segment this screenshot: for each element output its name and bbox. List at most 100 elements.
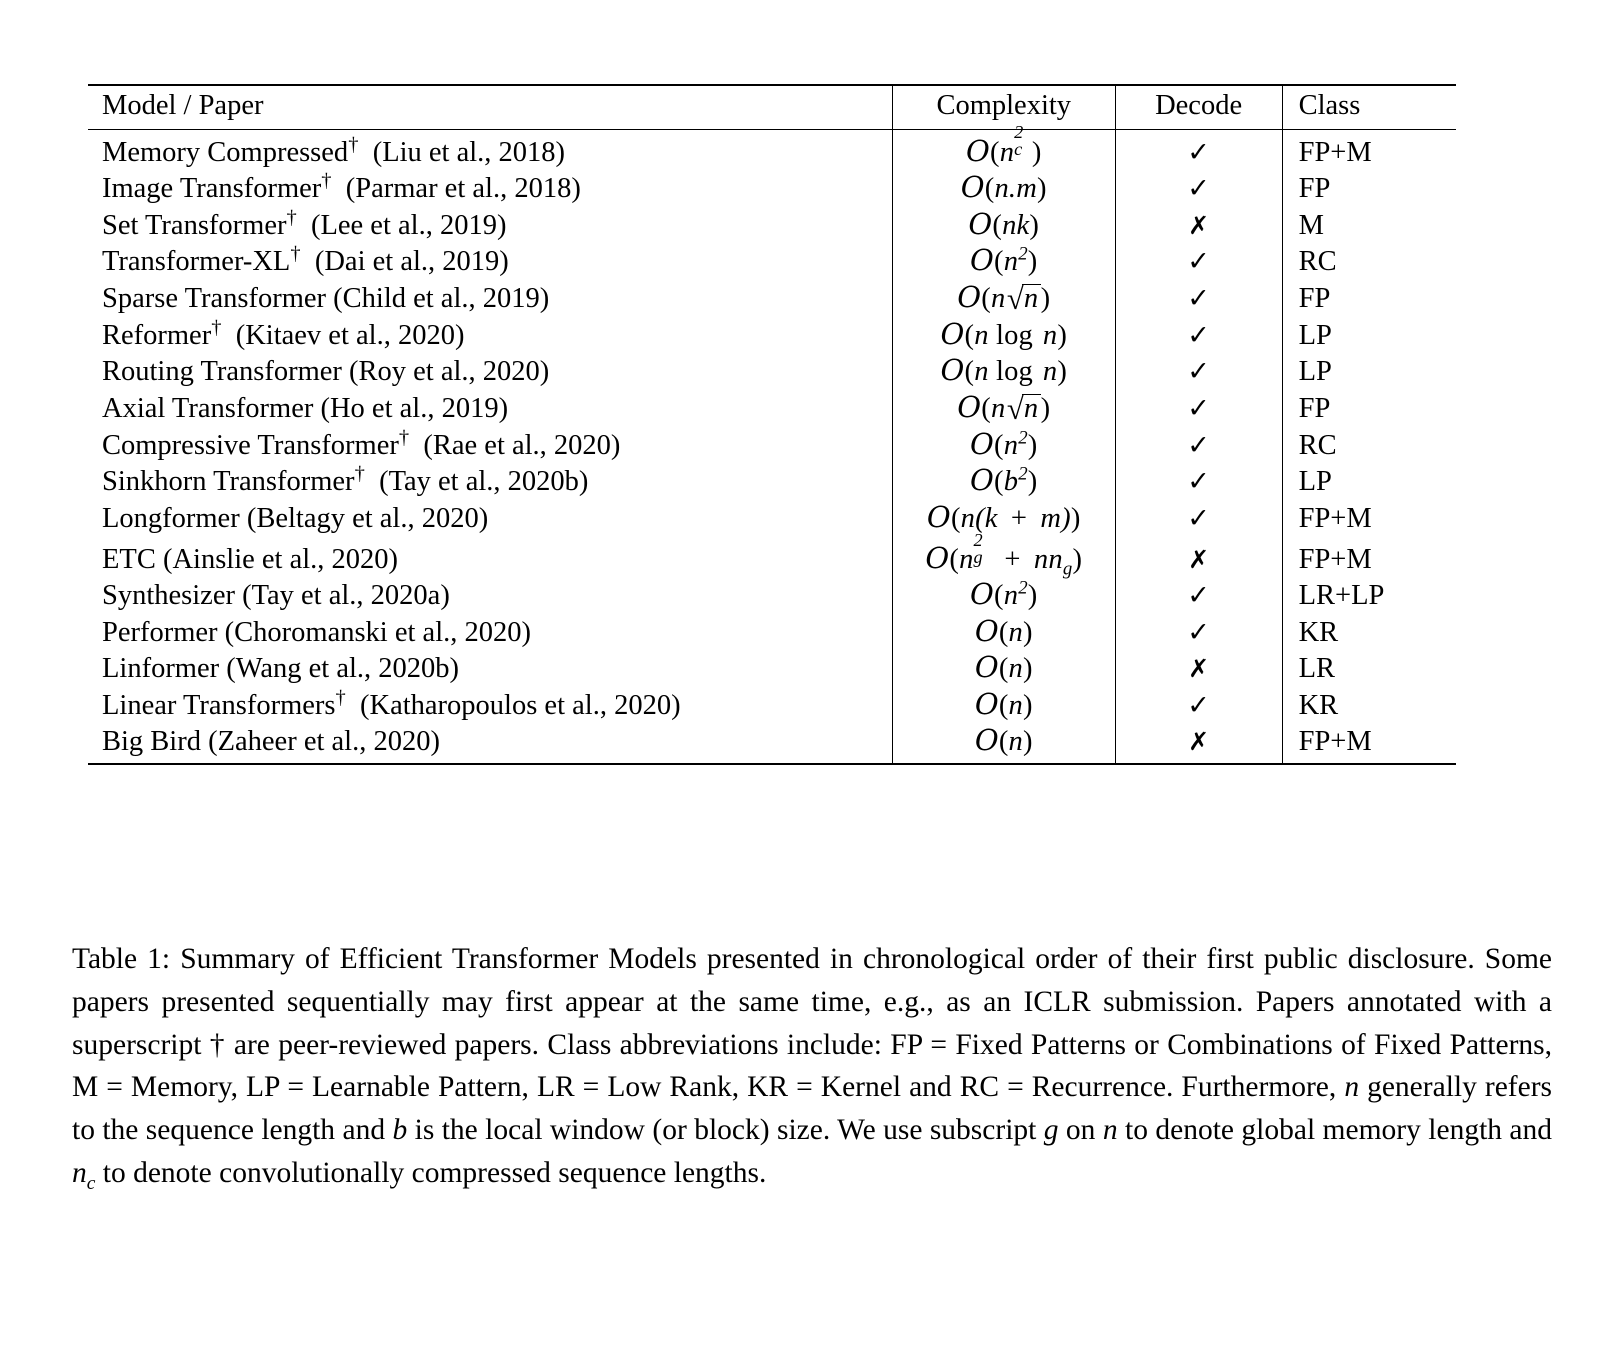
cell-class: LP [1281,317,1456,354]
cell-complexity: O(n √ n) [891,390,1116,428]
table-row: Compressive Transformer† (Rae et al., 20… [88,427,1456,464]
cell-class: FP [1281,170,1456,207]
citation: (Kitaev et al., 2020) [221,319,465,351]
cell-model-paper: Synthesizer (Tay et al., 2020a) [88,578,892,615]
complexity-expression: O(b2) [970,463,1038,498]
caption-text-part-6: to denote convolutionally compressed seq… [95,1156,767,1189]
citation: (Wang et al., 2020b) [219,653,460,685]
cell-decode: ✓ [1114,353,1283,391]
efficient-transformers-table: Model / Paper Complexity Decode Class Me… [88,84,1456,765]
cell-complexity: O(n.m) [891,170,1116,207]
caption-math-g: g [1043,1114,1059,1147]
cell-complexity: O(n log n) [891,316,1116,354]
model-name: Axial Transformer [102,393,314,425]
cell-class: FP+M [1281,500,1456,537]
model-name: Compressive Transformer [102,429,399,461]
cross-icon: ✗ [1188,544,1210,574]
citation: (Ainslie et al., 2020) [155,543,399,575]
column-header-class: Class [1281,84,1456,130]
table-caption: Table 1: Summary of Efficient Transforme… [72,938,1552,1195]
model-name: Reformer [102,319,212,351]
table-row: Transformer-XL† (Dai et al., 2019) O(n2) ✓… [88,242,1456,280]
table-row: ETC (Ainslie et al., 2020) O(n 2 g + nng) ✗ F… [88,529,1456,580]
cell-class: M [1281,207,1456,244]
cell-complexity: O(n √ n) [891,280,1116,318]
model-name: Linformer [102,653,220,685]
table-row: Reformer† (Kitaev et al., 2020) O(n log n… [88,317,1456,354]
cell-model-paper: Set Transformer† (Lee et al., 2019) [88,207,892,244]
complexity-expression: O(n 2 c) [965,122,1042,168]
checkmark-icon: ✓ [1187,246,1210,277]
cell-model-paper: Axial Transformer (Ho et al., 2019) [88,390,892,427]
complexity-expression: O(n) [974,686,1033,721]
cell-class: LP [1281,463,1456,501]
checkmark-icon: ✓ [1187,689,1210,721]
model-name: Performer [102,616,218,648]
cell-model-paper: Image Transformer† (Parmar et al., 2018) [88,169,892,208]
caption-math-n-second: n [1102,1114,1118,1147]
caption-text-part-4: on [1058,1114,1103,1147]
checkmark-icon: ✓ [1187,580,1210,612]
table-row: Linear Transformers† (Katharopoulos et a… [88,687,1456,724]
cell-complexity: O(n2) [891,577,1116,615]
cell-complexity: O(n2) [891,426,1116,464]
checkmark-icon: ✓ [1187,136,1210,168]
complexity-expression: O(n2) [970,577,1038,612]
cell-class: KR [1281,614,1456,651]
cell-complexity: O(n) [891,614,1116,651]
checkmark-icon: ✓ [1187,319,1210,351]
table-row: Big Bird (Zaheer et al., 2020) O(n) ✗ FP+M [88,723,1456,765]
table-row: Performer (Choromanski et al., 2020) O(n)… [88,614,1456,651]
citation: (Liu et al., 2018) [358,136,566,168]
caption-text-part-3: is the local window (or block) size. We … [407,1114,1044,1147]
cell-class: FP+M [1281,536,1456,578]
table-row: Synthesizer (Tay et al., 2020a) O(n2) ✓ LR+… [88,577,1456,615]
peer-reviewed-dagger-icon: † [286,206,297,228]
cell-decode: ✓ [1114,427,1283,464]
cell-complexity: O(n 2 c) [891,122,1116,171]
cell-model-paper: Routing Transformer (Roy et al., 2020) [88,354,892,391]
cell-complexity: O(nk) [891,207,1116,244]
complexity-expression: O(n) [974,723,1033,758]
peer-reviewed-dagger-icon: † [335,686,346,709]
cell-model-paper: Linear Transformers† (Katharopoulos et a… [88,687,892,724]
cell-class: KR [1281,687,1456,724]
cell-class: LP [1281,353,1456,391]
cell-model-paper: Longformer (Beltagy et al., 2020) [88,500,892,537]
cell-class: FP+M [1281,723,1456,765]
checkmark-icon: ✓ [1187,429,1210,461]
checkmark-icon: ✓ [1187,173,1210,204]
model-name: Transformer-XL [102,246,291,277]
complexity-expression: O(n 2 g + nng) [925,529,1083,580]
complexity-expression: O(n2) [970,426,1038,461]
complexity-expression: O(n log n) [940,316,1068,351]
cell-class: FP [1281,280,1456,318]
cell-model-paper: Performer (Choromanski et al., 2020) [88,614,892,651]
cell-model-paper: Linformer (Wang et al., 2020b) [88,651,892,688]
model-name: Big Bird [102,726,201,758]
cell-decode: ✓ [1114,280,1283,318]
cell-complexity: O(n) [891,723,1116,765]
cell-decode: ✗ [1114,723,1283,765]
model-name: Synthesizer [102,580,235,612]
cell-complexity: O(n) [891,686,1116,724]
table-row: Linformer (Wang et al., 2020b) O(n) ✗ LR [88,650,1456,688]
cell-model-paper: Sinkhorn Transformer† (Tay et al., 2020b… [88,464,892,501]
checkmark-icon: ✓ [1187,283,1210,315]
peer-reviewed-dagger-icon: † [290,242,301,265]
cell-model-paper: Compressive Transformer† (Rae et al., 20… [88,427,892,464]
citation: (Zaheer et al., 2020) [200,726,440,758]
complexity-expression: O(n) [974,650,1033,685]
caption-math-nc: n [72,1156,87,1189]
table-row: Longformer (Beltagy et al., 2020) O(n(k +… [88,500,1456,537]
checkmark-icon: ✓ [1187,393,1210,425]
peer-reviewed-dagger-icon: † [398,426,410,449]
citation: (Tay et al., 2020b) [364,466,589,498]
cross-icon: ✗ [1188,727,1210,757]
peer-reviewed-dagger-icon: † [321,169,332,192]
complexity-expression: O(n2) [970,243,1038,277]
citation: (Ho et al., 2019) [313,393,509,425]
model-name: Set Transformer [102,209,287,241]
model-name: Image Transformer [102,173,322,204]
cell-class: FP+M [1281,129,1456,171]
